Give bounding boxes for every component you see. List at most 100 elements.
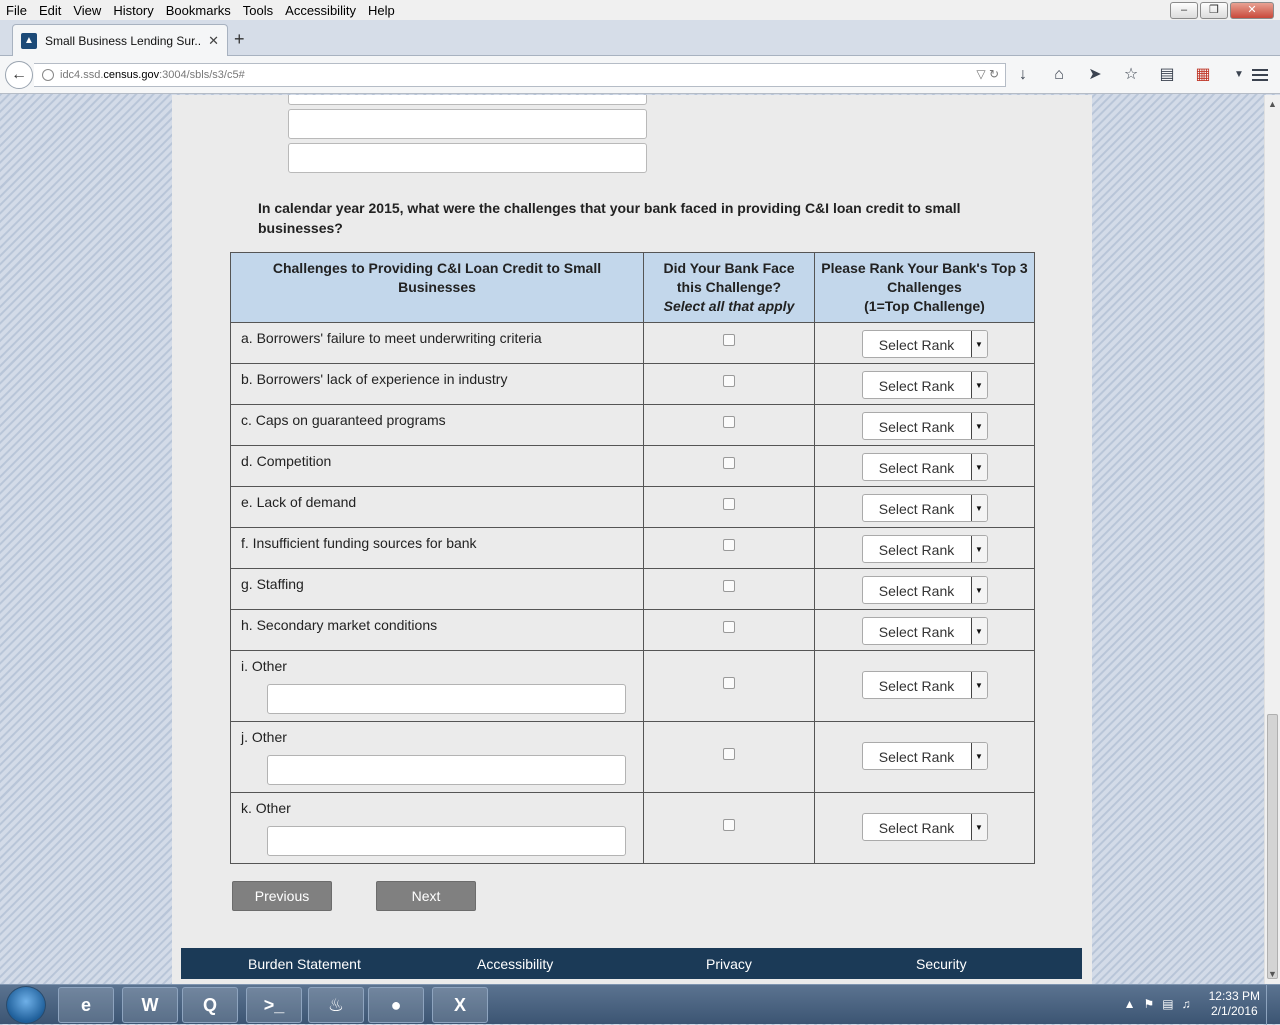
chevron-down-icon[interactable]: ▼ <box>970 454 987 480</box>
menu-view[interactable]: View <box>67 3 107 18</box>
menu-bookmarks[interactable]: Bookmarks <box>160 3 237 18</box>
chevron-down-icon[interactable]: ▼ <box>970 331 987 357</box>
rank-select-value: Select Rank <box>878 501 955 517</box>
challenge-label-cell: b. Borrowers' lack of experience in indu… <box>230 363 644 405</box>
rank-select[interactable]: Select Rank ▼ <box>861 576 988 604</box>
rank-select[interactable]: Select Rank ▼ <box>861 330 988 358</box>
toolbar-icons: ↓ ⌂ ➤ ☆ ▤ ▦ ▼ <box>1012 64 1250 86</box>
footer-link-accessibility[interactable]: Accessibility <box>477 956 553 972</box>
chat-app-icon[interactable]: Q <box>182 987 238 1023</box>
rank-select[interactable]: Select Rank ▼ <box>861 535 988 563</box>
menu-help[interactable]: Help <box>362 3 401 18</box>
chevron-down-icon[interactable]: ▼ <box>970 536 987 562</box>
faced-checkbox[interactable] <box>723 580 735 592</box>
rank-select[interactable]: Select Rank ▼ <box>861 813 988 841</box>
send-icon[interactable]: ➤ <box>1084 64 1106 86</box>
chevron-down-icon[interactable]: ▼ <box>970 618 987 644</box>
table-row: c. Caps on guaranteed programs Select Ran… <box>230 404 1035 446</box>
menu-accessibility[interactable]: Accessibility <box>279 3 362 18</box>
volume-icon[interactable]: ♫ <box>1182 997 1191 1011</box>
footer-link-burden[interactable]: Burden Statement <box>248 956 361 972</box>
scrollbar-thumb[interactable] <box>1267 714 1278 979</box>
text-input[interactable] <box>288 95 647 105</box>
firefox-icon[interactable]: ● <box>368 987 424 1023</box>
back-arrow-icon[interactable]: ← <box>5 61 33 89</box>
download-icon[interactable]: ↓ <box>1012 64 1034 86</box>
chevron-down-icon[interactable]: ▼ <box>970 672 987 698</box>
text-input[interactable] <box>288 109 647 139</box>
bookmark-star-icon[interactable]: ☆ <box>1120 64 1142 86</box>
dropdown-arrow-icon[interactable]: ▼ <box>1228 64 1250 86</box>
clock[interactable]: 12:33 PM 2/1/2016 <box>1209 989 1260 1019</box>
hamburger-menu-icon[interactable] <box>1252 66 1268 84</box>
faced-checkbox[interactable] <box>723 334 735 346</box>
chevron-down-icon[interactable]: ▼ <box>970 743 987 769</box>
network-icon[interactable]: ▤ <box>1162 997 1173 1011</box>
rank-select[interactable]: Select Rank ▼ <box>861 494 988 522</box>
challenges-table: Challenges to Providing C&I Loan Credit … <box>230 252 1035 864</box>
chevron-down-icon[interactable]: ▼ <box>970 372 987 398</box>
new-tab-icon[interactable]: + <box>234 29 245 50</box>
chevron-down-icon[interactable]: ▼ <box>970 413 987 439</box>
chevron-down-icon[interactable]: ▼ <box>970 577 987 603</box>
faced-checkbox[interactable] <box>723 677 735 689</box>
rank-select[interactable]: Select Rank ▼ <box>861 371 988 399</box>
tab-close-icon[interactable]: ✕ <box>208 33 219 49</box>
browser-tab[interactable]: ▲ Small Business Lending Sur... ✕ <box>12 24 228 56</box>
menu-file[interactable]: File <box>0 3 33 18</box>
close-window-icon[interactable]: ✕ <box>1230 2 1274 19</box>
word-icon[interactable]: W <box>122 987 178 1023</box>
rank-select[interactable]: Select Rank ▼ <box>861 453 988 481</box>
faced-cell <box>643 792 815 864</box>
rank-cell: Select Rank ▼ <box>814 404 1035 446</box>
rank-select[interactable]: Select Rank ▼ <box>861 617 988 645</box>
excel-icon[interactable]: X <box>432 987 488 1023</box>
internet-explorer-icon[interactable]: e <box>58 987 114 1023</box>
java-icon[interactable]: ♨ <box>308 987 364 1023</box>
rank-select[interactable]: Select Rank ▼ <box>861 742 988 770</box>
command-prompt-icon[interactable]: >_ <box>246 987 302 1023</box>
chevron-down-icon[interactable]: ▼ <box>970 814 987 840</box>
minimize-icon[interactable]: – <box>1170 2 1198 19</box>
home-icon[interactable]: ⌂ <box>1048 64 1070 86</box>
other-specify-input[interactable] <box>267 684 626 714</box>
faced-checkbox[interactable] <box>723 416 735 428</box>
action-center-flag-icon[interactable]: ⚑ <box>1144 997 1155 1011</box>
menu-edit[interactable]: Edit <box>33 3 67 18</box>
reload-icon[interactable]: ▽ ↻ <box>976 67 999 81</box>
restore-icon[interactable]: ❐ <box>1200 2 1228 19</box>
next-button[interactable]: Next <box>376 881 476 911</box>
row-letter: j. <box>241 729 248 745</box>
faced-checkbox[interactable] <box>723 539 735 551</box>
pdf-addon-icon[interactable]: ▦ <box>1192 64 1214 86</box>
footer-link-privacy[interactable]: Privacy <box>706 956 752 972</box>
scroll-down-icon[interactable]: ▼ <box>1268 969 1277 979</box>
rank-select[interactable]: Select Rank ▼ <box>861 671 988 699</box>
rank-select[interactable]: Select Rank ▼ <box>861 412 988 440</box>
reader-list-icon[interactable]: ▤ <box>1156 64 1178 86</box>
faced-checkbox[interactable] <box>723 621 735 633</box>
menu-history[interactable]: History <box>107 3 159 18</box>
text-input[interactable] <box>288 143 647 173</box>
menu-tools[interactable]: Tools <box>237 3 279 18</box>
faced-checkbox[interactable] <box>723 457 735 469</box>
other-specify-input[interactable] <box>267 826 626 856</box>
url-bar[interactable]: idc4.ssd.census.gov:3004/sbls/s3/c5# ▽ ↻ <box>34 63 1006 87</box>
chevron-down-icon[interactable]: ▼ <box>970 495 987 521</box>
previous-button[interactable]: Previous <box>232 881 332 911</box>
footer-link-security[interactable]: Security <box>916 956 967 972</box>
tray-expand-icon[interactable]: ▲ <box>1124 997 1136 1011</box>
start-button-icon[interactable] <box>6 986 46 1024</box>
vertical-scrollbar[interactable]: ▲ ▼ <box>1264 95 1280 984</box>
scroll-up-icon[interactable]: ▲ <box>1268 99 1277 109</box>
show-desktop-button[interactable] <box>1266 985 1280 1025</box>
faced-checkbox[interactable] <box>723 375 735 387</box>
faced-checkbox[interactable] <box>723 498 735 510</box>
other-specify-input[interactable] <box>267 755 626 785</box>
census-favicon-icon: ▲ <box>21 32 37 49</box>
row-letter: c. <box>241 412 252 428</box>
site-info-icon[interactable] <box>42 69 54 81</box>
faced-checkbox[interactable] <box>723 748 735 760</box>
faced-checkbox[interactable] <box>723 819 735 831</box>
rank-select-value: Select Rank <box>878 820 955 836</box>
